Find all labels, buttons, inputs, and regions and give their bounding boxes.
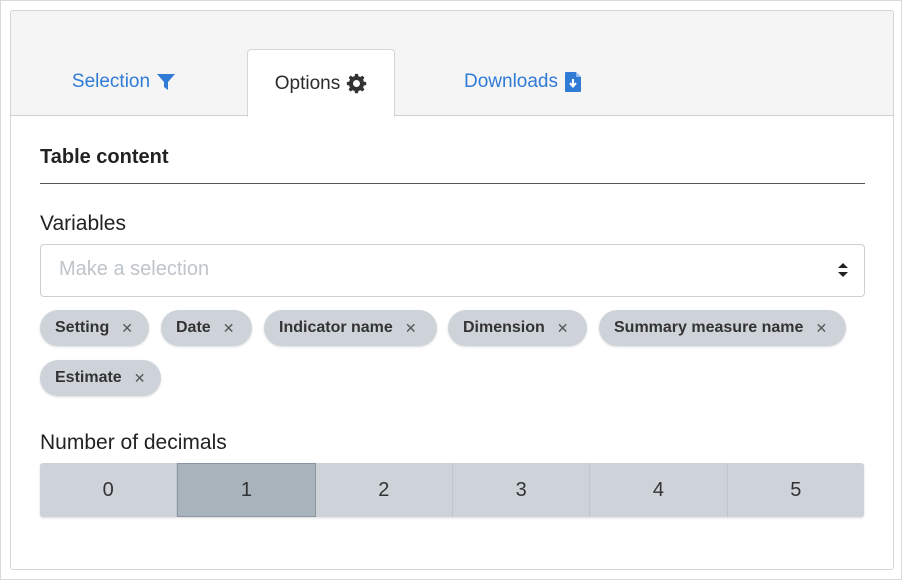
remove-icon[interactable]: ✕ (121, 320, 133, 337)
chip-label: Dimension (463, 319, 545, 336)
file-download-icon (564, 71, 582, 93)
chip-label: Indicator name (279, 319, 393, 336)
decimals-option-2[interactable]: 2 (316, 463, 453, 517)
sort-caret-icon (838, 260, 848, 280)
variables-label: Variables (40, 212, 126, 235)
remove-icon[interactable]: ✕ (815, 320, 827, 337)
chip-label: Date (176, 319, 211, 336)
remove-icon[interactable]: ✕ (223, 320, 235, 337)
filter-icon (156, 72, 176, 92)
tab-downloads[interactable]: Downloads (441, 49, 605, 115)
section-title: Table content (40, 146, 169, 168)
section-divider (40, 183, 865, 184)
tab-options[interactable]: Options (247, 49, 395, 117)
remove-icon[interactable]: ✕ (557, 320, 569, 337)
decimals-option-1[interactable]: 1 (177, 463, 316, 517)
tab-selection-label: Selection (71, 71, 151, 92)
tab-options-label: Options (274, 72, 341, 94)
decimals-label: Number of decimals (40, 431, 227, 454)
decimals-option-0[interactable]: 0 (40, 463, 178, 517)
options-panel: Selection Options Downloads Table conten… (10, 10, 894, 570)
remove-icon[interactable]: ✕ (134, 370, 146, 387)
gear-icon (346, 73, 367, 94)
variables-placeholder: Make a selection (59, 258, 210, 280)
chip-label: Setting (55, 319, 110, 336)
tab-bar: Selection Options Downloads (11, 11, 893, 117)
tab-selection[interactable]: Selection (49, 49, 199, 115)
chip-indicator-name: Indicator name ✕ (264, 310, 437, 346)
decimals-option-3[interactable]: 3 (453, 463, 591, 517)
decimals-selector: 0 1 2 3 4 5 (40, 463, 864, 517)
chip-label: Estimate (55, 369, 122, 386)
chip-summary-measure-name: Summary measure name ✕ (599, 310, 846, 346)
variables-select[interactable]: Make a selection (40, 244, 865, 297)
chip-estimate: Estimate ✕ (40, 360, 161, 396)
decimals-option-5[interactable]: 5 (728, 463, 864, 517)
page-frame: Selection Options Downloads Table conten… (0, 0, 902, 580)
chip-dimension: Dimension ✕ (448, 310, 587, 346)
chip-date: Date ✕ (161, 310, 252, 346)
decimals-option-4[interactable]: 4 (590, 463, 728, 517)
chip-setting: Setting ✕ (40, 310, 149, 346)
chip-label: Summary measure name (614, 319, 804, 336)
tab-downloads-label: Downloads (464, 71, 558, 92)
remove-icon[interactable]: ✕ (405, 320, 417, 337)
